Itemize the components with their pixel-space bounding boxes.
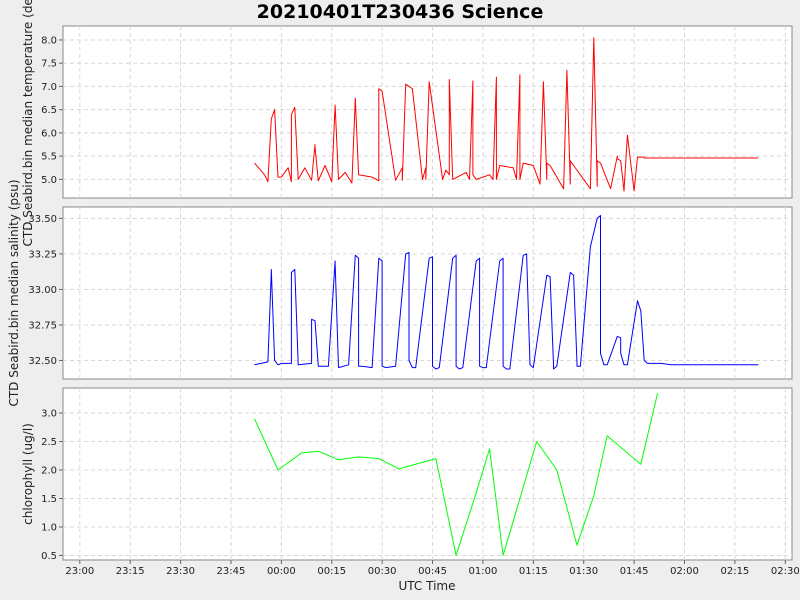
panel-2: 32.50 32.75 33.00 33.25 33.50 CTD Seabird.bin… [7, 179, 793, 407]
x-tick-label: 23:15 [116, 566, 145, 577]
y-tick-label: 8.0 [41, 35, 57, 46]
y-axis-label: chlorophyll (ug/l) [21, 423, 35, 525]
y-tick-label: 1.5 [41, 494, 57, 505]
x-tick-label: 23:30 [166, 566, 195, 577]
x-tick-label: 01:00 [469, 566, 498, 577]
x-tick-label: 01:15 [519, 566, 548, 577]
y-tick-label: 33.00 [28, 285, 57, 296]
chart: 20210401T230436 Science 5.0 5.5 6.0 6.5 7.0 7… [7, 0, 800, 593]
x-tick-label: 00:15 [317, 566, 346, 577]
y-tick-label: 0.5 [41, 551, 57, 562]
y-tick-label: 2.0 [41, 466, 57, 477]
plot-area [62, 206, 793, 380]
x-tick-label: 02:15 [720, 566, 749, 577]
y-tick-label: 32.50 [28, 356, 57, 367]
y-tick-label: 6.0 [41, 128, 57, 139]
x-tick-label: 00:00 [267, 566, 296, 577]
plot-area [62, 387, 793, 561]
y-tick-label: 33.25 [28, 249, 57, 260]
y-tick-label: 1.0 [41, 522, 57, 533]
panel-3: 0.5 1.0 1.5 2.0 2.5 3.0 chlorophyll (ug/l) [21, 387, 793, 562]
chart-title: 20210401T230436 Science [257, 1, 544, 23]
x-tick-label: 02:00 [670, 566, 699, 577]
y-tick-label: 7.5 [41, 59, 57, 70]
x-tick-label: 23:00 [65, 566, 94, 577]
y-tick-label: 7.0 [41, 82, 57, 93]
y-axis-label: CTD Seabird.bin median salinity (psu) [7, 179, 21, 406]
y-axis-label: CTD Seabird.bin median temperature (degC… [21, 0, 35, 247]
x-tick-label: 00:30 [368, 566, 397, 577]
x-tick-label: 02:30 [771, 566, 800, 577]
y-tick-label: 5.5 [41, 152, 57, 163]
x-tick-label: 00:45 [418, 566, 447, 577]
y-tick-label: 3.0 [41, 409, 57, 420]
y-tick-label: 2.5 [41, 437, 57, 448]
x-axis-label: UTC Time [399, 579, 456, 593]
y-tick-label: 32.75 [28, 320, 57, 331]
y-tick-label: 5.0 [41, 175, 57, 186]
x-tick-label: 01:30 [569, 566, 598, 577]
x-axis-ticks: 23:00 23:15 23:30 23:45 00:00 00:15 00:30 00:45… [65, 560, 800, 577]
chart-panels: 5.0 5.5 6.0 6.5 7.0 7.5 8.0 CTD Seabird.bin med… [7, 0, 793, 562]
x-tick-label: 23:45 [217, 566, 246, 577]
y-tick-label: 6.5 [41, 105, 57, 116]
y-tick-label: 33.50 [28, 214, 57, 225]
plot-area [62, 25, 793, 199]
x-tick-label: 01:45 [620, 566, 649, 577]
